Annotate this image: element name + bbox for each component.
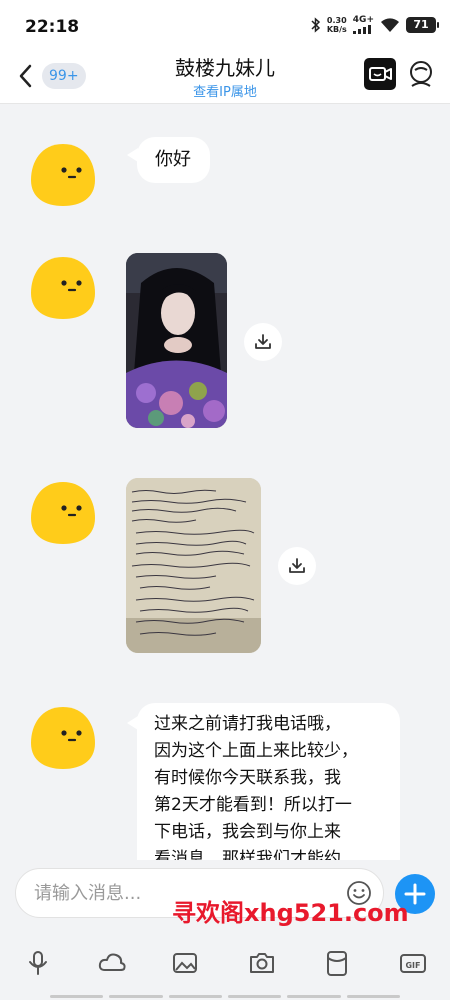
download-button[interactable] [244, 323, 282, 361]
battery-level: 71 [413, 18, 429, 31]
message-line: 因为这个上面上来比较少， [154, 741, 358, 761]
contact-avatar[interactable] [27, 253, 99, 325]
contact-avatar[interactable] [27, 703, 99, 775]
camera-icon[interactable] [247, 948, 277, 978]
message-line: 过来之前请打我电话哦， [154, 714, 341, 734]
message-bubble[interactable]: 过来之前请打我电话哦， 因为这个上面上来比较少， 有时候你今天联系我，我 第2天… [137, 703, 400, 860]
handwritten-note-image [126, 478, 261, 653]
signal-icon: 4G+ [352, 15, 374, 34]
chat-header: 99+ 鼓楼九妹儿 查看IP属地 [0, 52, 450, 104]
wifi-icon [381, 18, 399, 32]
status-time: 22:18 [25, 17, 80, 37]
contact-avatar[interactable] [27, 478, 99, 550]
profile-icon[interactable] [406, 58, 436, 92]
message-line: 看消息，那样我们才能约 [154, 849, 341, 860]
contact-avatar[interactable] [27, 140, 99, 212]
image-message-note[interactable] [126, 478, 261, 653]
message-line: 第2天才能看到！所以打一 [154, 795, 352, 815]
battery-icon: 71 [406, 17, 439, 33]
message-text: 你好 [155, 149, 191, 170]
bluetooth-icon [311, 17, 320, 33]
message-line: 有时候你今天联系我，我 [154, 768, 341, 788]
message-line: 下电话，我会到与你上来 [154, 822, 341, 842]
compose-bar: GIF [0, 860, 450, 1000]
image-icon[interactable] [170, 948, 200, 978]
download-icon [289, 558, 305, 573]
cloud-icon[interactable] [97, 948, 127, 978]
download-button[interactable] [278, 547, 316, 585]
toolbar-dividers [50, 995, 400, 998]
video-camera-icon [369, 67, 392, 81]
gif-icon[interactable]: GIF [398, 948, 428, 978]
red-packet-icon[interactable] [322, 948, 352, 978]
network-type: 4G+ [352, 15, 374, 25]
microphone-icon[interactable] [23, 948, 53, 978]
download-icon [255, 334, 271, 349]
photo-image [126, 253, 227, 428]
video-call-button[interactable] [364, 58, 396, 90]
net-speed: 0.30 KB/s [326, 16, 347, 34]
status-icons: 0.30 KB/s 4G+ 71 [311, 15, 439, 34]
message-list[interactable]: 你好 过来之前请打我电话哦， 因为这个上面上来比较少， 有时候你今天联系我，我 … [0, 105, 450, 860]
message-bubble[interactable]: 你好 [137, 137, 210, 183]
svg-text:GIF: GIF [405, 961, 420, 970]
status-bar: 22:18 0.30 KB/s 4G+ 71 [0, 0, 450, 52]
input-toolbar: GIF [0, 940, 450, 990]
watermark-text: 寻欢阁xhg521.com [172, 899, 409, 927]
image-message-photo[interactable] [126, 253, 227, 428]
